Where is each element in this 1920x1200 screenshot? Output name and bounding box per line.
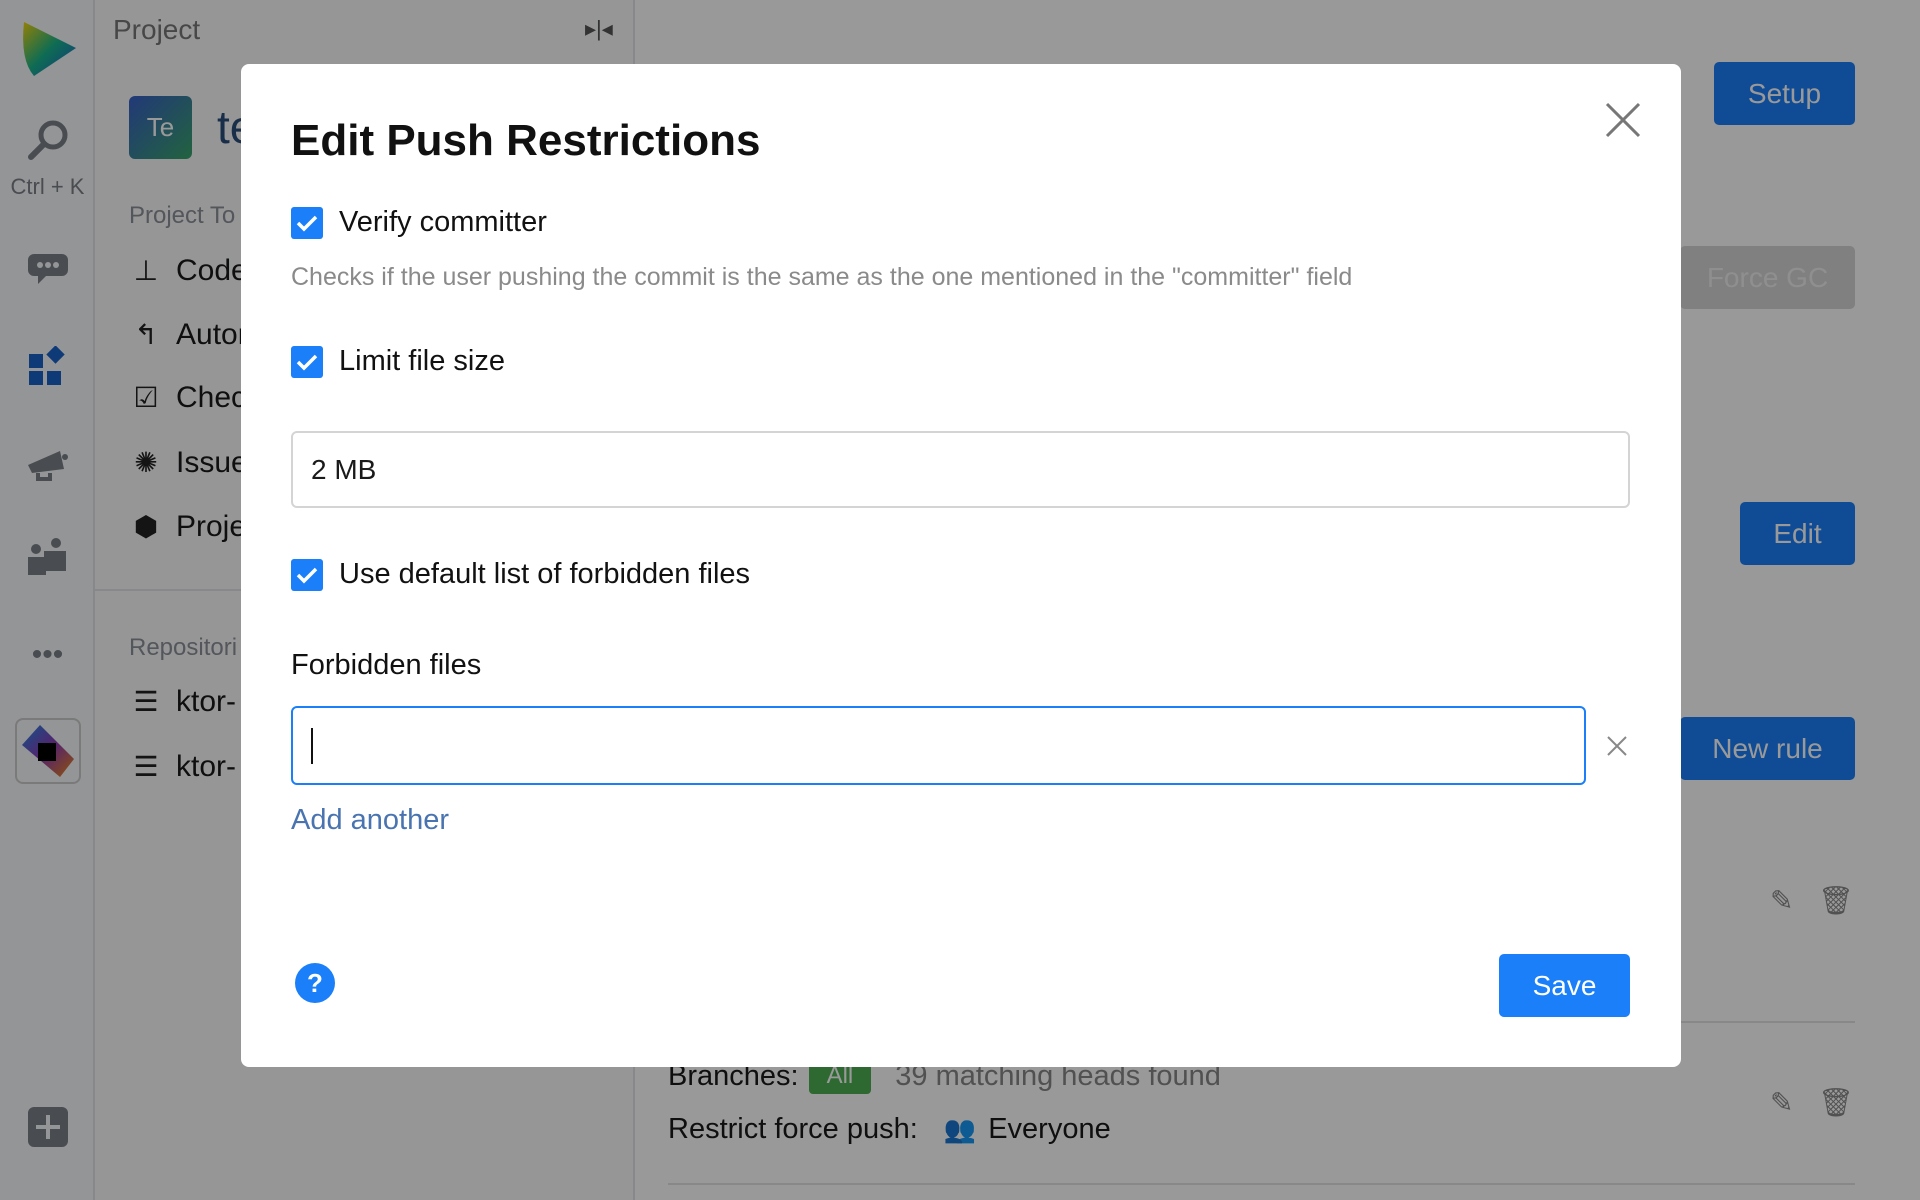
edit-push-restrictions-dialog: Edit Push Restrictions Verify committer … [241, 64, 1681, 1067]
dialog-title: Edit Push Restrictions [291, 116, 761, 165]
add-another-link[interactable]: Add another [291, 804, 449, 837]
check-icon [296, 354, 318, 371]
help-icon[interactable]: ? [295, 963, 335, 1003]
save-button[interactable]: Save [1499, 954, 1630, 1017]
forbidden-file-input[interactable] [291, 706, 1586, 785]
file-size-input[interactable]: 2 MB [291, 431, 1630, 508]
verify-committer-label: Verify committer [339, 206, 547, 238]
limit-file-size-checkbox[interactable] [291, 346, 323, 378]
limit-file-size-label: Limit file size [339, 345, 505, 377]
default-forbidden-files-checkbox[interactable] [291, 559, 323, 591]
close-icon[interactable] [1603, 100, 1643, 140]
forbidden-files-label: Forbidden files [291, 649, 482, 681]
check-icon [296, 567, 318, 584]
clear-input-icon[interactable] [1605, 734, 1629, 758]
text-cursor [311, 727, 313, 764]
check-icon [296, 215, 318, 232]
verify-committer-checkbox[interactable] [291, 207, 323, 239]
default-forbidden-files-label: Use default list of forbidden files [339, 558, 751, 590]
verify-committer-hint: Checks if the user pushing the commit is… [291, 263, 1353, 291]
